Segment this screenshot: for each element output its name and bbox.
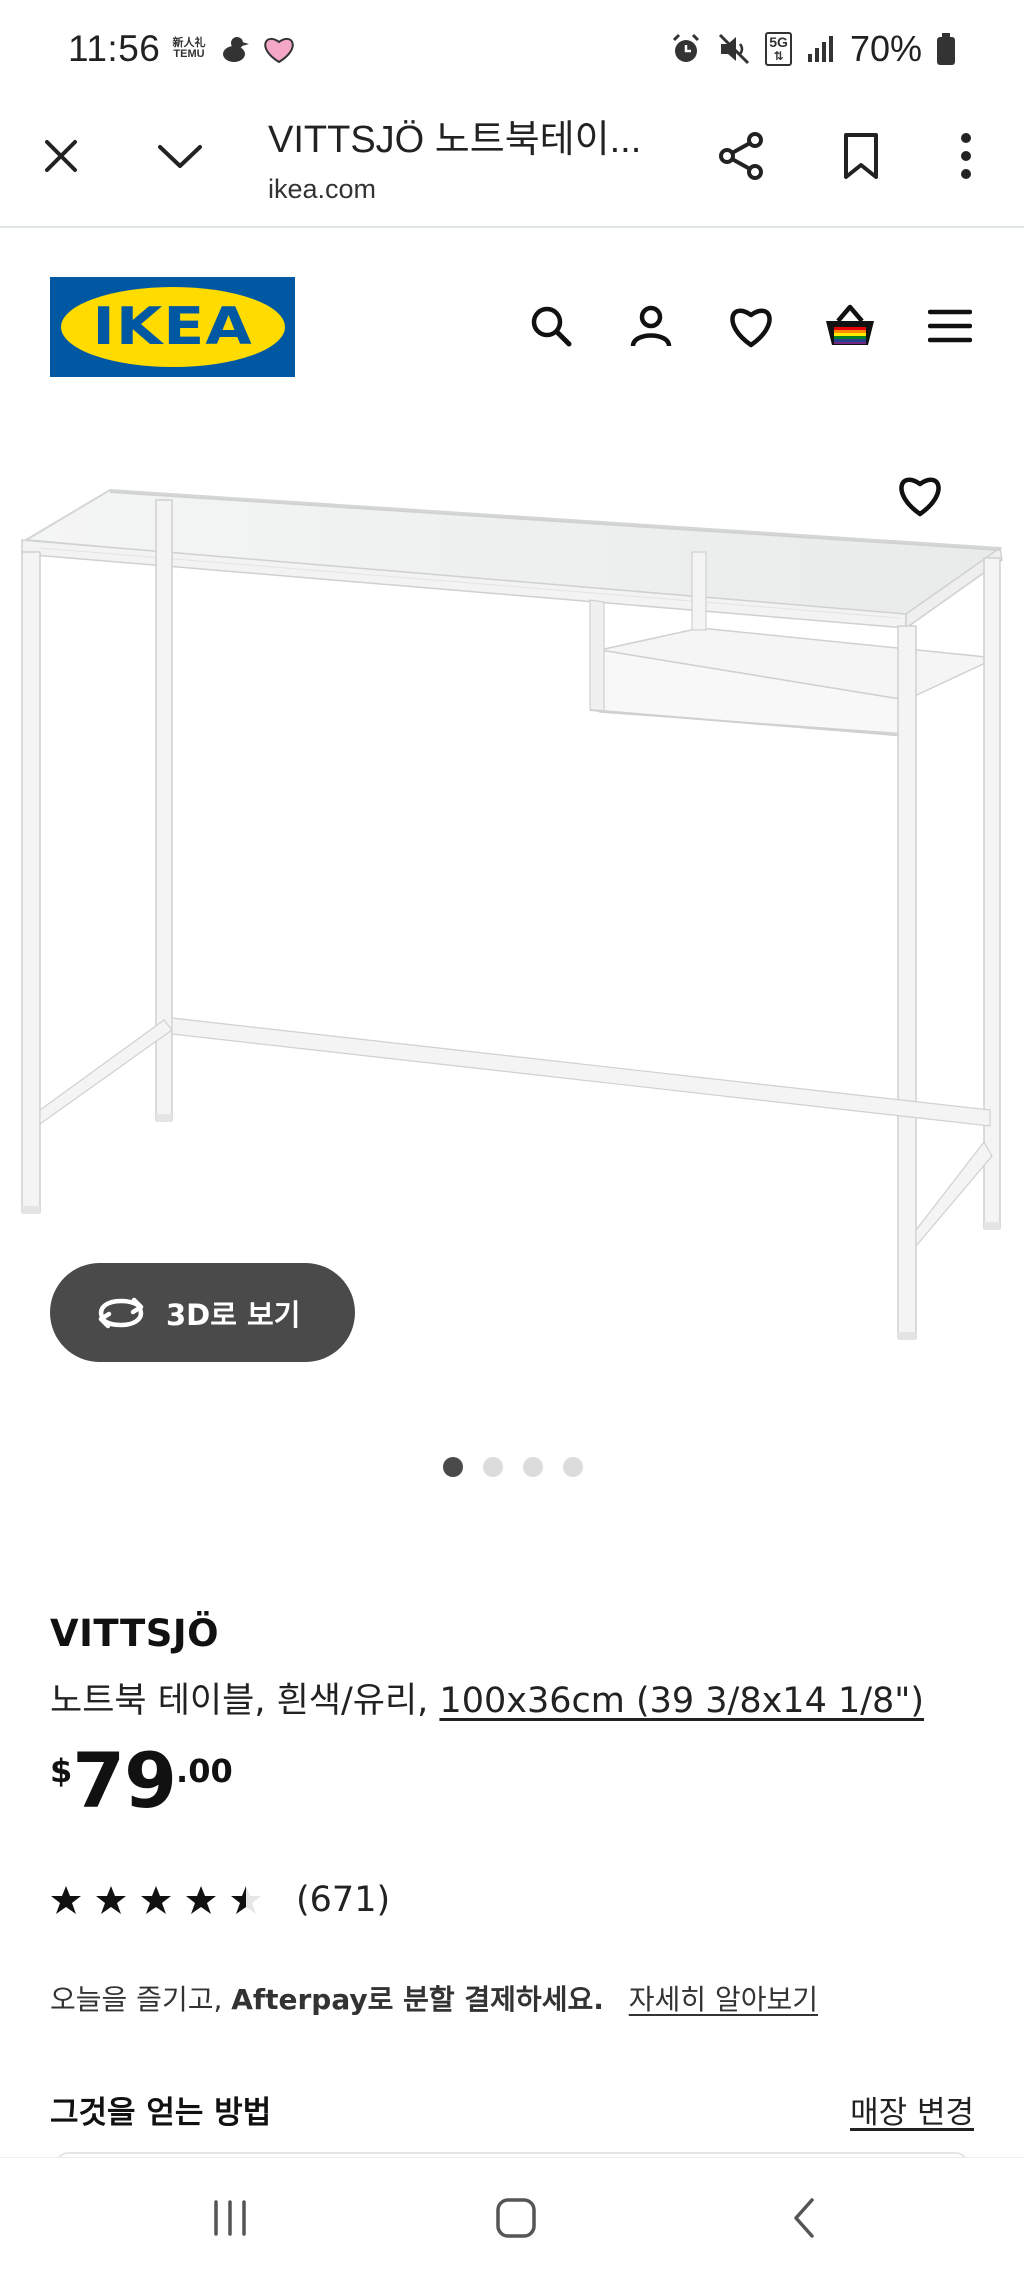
- navigation-bar: [0, 2157, 1024, 2276]
- more-options-button[interactable]: [944, 128, 988, 184]
- product-rating[interactable]: (671): [50, 1880, 390, 1920]
- search-icon: [531, 306, 572, 347]
- duck-icon: [223, 37, 249, 62]
- menu-button[interactable]: [920, 296, 980, 356]
- home-icon: [496, 2198, 536, 2238]
- wishlist-button[interactable]: [721, 296, 781, 356]
- close-icon: [45, 140, 77, 172]
- network-label: 5G: [769, 34, 788, 50]
- product-image[interactable]: [0, 440, 1024, 1360]
- more-vertical-icon: [961, 133, 971, 179]
- back-icon: [794, 2198, 814, 2238]
- star-half-icon: [231, 1886, 261, 1914]
- user-icon: [630, 305, 672, 347]
- gallery-dot[interactable]: [563, 1457, 583, 1477]
- signal-icon: [807, 36, 833, 62]
- search-button[interactable]: [521, 296, 581, 356]
- heart-notification-icon: [264, 37, 294, 64]
- chevron-down-icon: [158, 145, 202, 168]
- basket-icon: [826, 304, 874, 345]
- bookmark-icon: [844, 133, 878, 179]
- page-title[interactable]: VITTSJÖ 노트북테이...: [268, 108, 641, 163]
- view-3d-button[interactable]: 3D로 보기: [50, 1263, 355, 1362]
- system-status-icons: 5G ⇅ 70%: [669, 28, 956, 70]
- rotate-3d-icon: [98, 1297, 144, 1328]
- back-button[interactable]: [774, 2193, 834, 2243]
- notification-icons: 新人礼 TEMU: [170, 34, 296, 64]
- price-decimal: .00: [176, 1752, 233, 1790]
- afterpay-brand: Afterpay: [231, 1983, 368, 2016]
- account-button[interactable]: [621, 296, 681, 356]
- afterpay-text-suffix: 로 분할 결제하세요.: [367, 1983, 604, 2016]
- gallery-dot[interactable]: [443, 1457, 463, 1477]
- ikea-logo-oval: IKEA: [60, 287, 285, 367]
- mute-icon: [719, 33, 750, 65]
- laptop-table-illustration: [21, 488, 1003, 1340]
- menu-icon: [928, 309, 972, 343]
- status-time: 11:56: [68, 28, 161, 69]
- close-tab-button[interactable]: [36, 128, 86, 184]
- gallery-dot[interactable]: [483, 1457, 503, 1477]
- rating-count: (671): [296, 1880, 391, 1920]
- share-icon: [719, 132, 763, 180]
- afterpay-text-prefix: 오늘을 즐기고,: [50, 1983, 232, 2016]
- afterpay-learn-more-link[interactable]: 자세히 알아보기: [629, 1983, 818, 2016]
- price-integer: 79: [72, 1736, 177, 1825]
- heart-icon: [899, 477, 941, 517]
- ikea-logo[interactable]: IKEA: [50, 277, 295, 377]
- delivery-heading: 그것을 얻는 방법: [50, 2095, 272, 2131]
- share-button[interactable]: [713, 128, 769, 184]
- product-type: 노트북 테이블, 흰색/유리,: [50, 1681, 440, 1721]
- gallery-pagination: [443, 1457, 583, 1477]
- afterpay-info: 오늘을 즐기고, Afterpay로 분할 결제하세요. 자세히 알아보기: [50, 1978, 818, 2018]
- ikea-logo-text: IKEA: [92, 297, 253, 357]
- product-dimensions-link[interactable]: 100x36cm (39 3/8x14 1/8"): [439, 1681, 924, 1721]
- alarm-icon: [673, 33, 700, 62]
- change-store-link[interactable]: 매장 변경: [850, 2087, 974, 2132]
- view-3d-label: 3D로 보기: [166, 1297, 301, 1332]
- battery-percent: 70%: [849, 28, 922, 69]
- star-icon: [96, 1886, 126, 1914]
- product-description: 노트북 테이블, 흰색/유리, 100x36cm (39 3/8x14 1/8"…: [50, 1672, 924, 1723]
- network-5g-icon: 5G ⇅: [765, 32, 792, 66]
- price-currency: $: [50, 1752, 73, 1790]
- rating-stars: [50, 1884, 262, 1916]
- page-url[interactable]: ikea.com: [268, 174, 376, 205]
- recent-apps-icon: [214, 2200, 246, 2236]
- cart-button[interactable]: [820, 296, 880, 356]
- bookmark-button[interactable]: [834, 128, 888, 184]
- temu-notification-icon: 新人礼 TEMU: [172, 37, 206, 60]
- home-button[interactable]: [486, 2193, 546, 2243]
- status-bar: 11:56 新人礼 TEMU 5G ⇅ 70%: [0, 0, 1024, 96]
- product-price: $ 79 .00: [50, 1740, 233, 1822]
- battery-icon: [937, 33, 955, 65]
- star-icon: [186, 1886, 216, 1914]
- product-name: VITTSJÖ: [50, 1612, 220, 1655]
- gallery-dot[interactable]: [523, 1457, 543, 1477]
- recent-apps-button[interactable]: [200, 2193, 260, 2243]
- heart-icon: [730, 308, 772, 348]
- favorite-button[interactable]: [895, 472, 951, 528]
- star-icon: [51, 1886, 81, 1914]
- star-icon: [141, 1886, 171, 1914]
- expand-button[interactable]: [154, 128, 206, 184]
